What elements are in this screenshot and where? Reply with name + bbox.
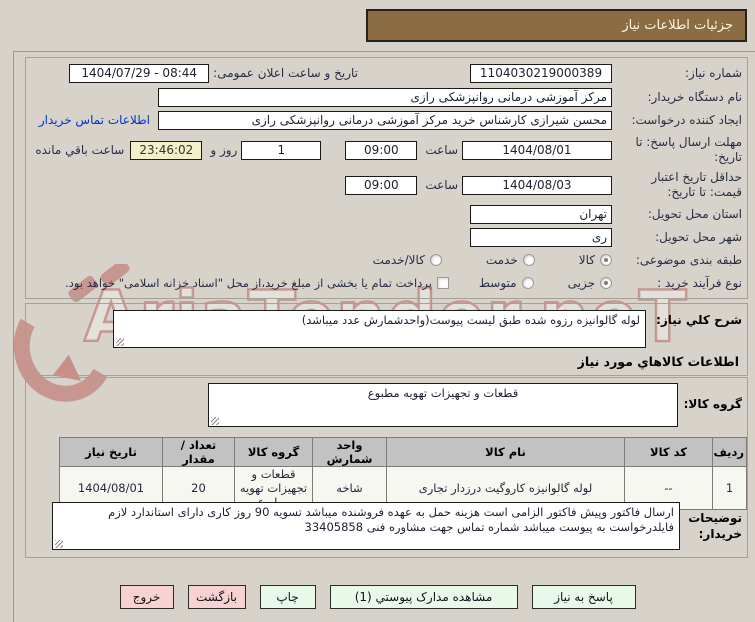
col-quantity: تعداد / مقدار xyxy=(162,437,235,467)
announce-datetime-label: تاریخ و ساعت اعلان عمومی: xyxy=(213,66,358,80)
need-number-field[interactable]: 1104030219000389 xyxy=(470,63,612,83)
need-number-row: شماره نیاز: 1104030219000389 تاریخ و ساع… xyxy=(28,63,742,83)
subject-classification-label: طبقه بندی موضوعی: xyxy=(635,252,742,267)
need-description-label: شرح کلي نیاز: xyxy=(656,313,742,327)
frame-left-line xyxy=(13,51,14,622)
response-deadline-label: مهلت ارسال پاسخ: تا تاریخ: xyxy=(635,135,742,164)
buyer-contact-link[interactable]: اطلاعات تماس خریدار xyxy=(39,113,150,127)
radio-icon[interactable] xyxy=(600,277,612,289)
remaining-days-label: روز و xyxy=(210,143,238,157)
need-description-textarea[interactable]: لوله گالوانیزه رزوه شده طبق لیست پیوست(و… xyxy=(113,310,646,348)
print-button[interactable]: چاپ xyxy=(259,585,316,609)
radio-icon[interactable] xyxy=(522,254,535,266)
need-details-page: { "title": "جزئیات اطلاعات نیاز", "form"… xyxy=(0,0,755,622)
col-goods-name: نام کالا xyxy=(386,437,625,467)
delivery-province-row: استان محل تحویل: تهران xyxy=(28,204,742,224)
goods-group-label: گروه کالا: xyxy=(683,397,742,411)
goods-group-row: گروه کالا: قطعات و تجهیزات تهویه مطبوع xyxy=(28,383,742,431)
buyer-org-row: نام دستگاه خریدار: مرکز آموزشی درمانی رو… xyxy=(28,87,742,107)
need-description-row: شرح کلي نیاز: لوله گالوانیزه رزوه شده طب… xyxy=(28,310,742,350)
deadline-time-field[interactable]: 09:00 xyxy=(345,140,418,160)
request-creator-field[interactable]: محسن شیرازی کارشناس خرید مرکز آموزشی درم… xyxy=(158,110,612,130)
process-option-minor[interactable]: جزیی xyxy=(568,276,612,290)
radio-icon[interactable] xyxy=(521,277,534,289)
page-title-text: جزئیات اطلاعات نیاز xyxy=(622,18,733,33)
col-need-date: تاریخ نیاز xyxy=(59,437,163,467)
frame-top-line xyxy=(13,51,755,52)
delivery-city-row: شهر محل تحویل: ری xyxy=(28,227,742,247)
need-number-label: شماره نیاز: xyxy=(685,65,742,80)
goods-table-header-row: ردیف کد کالا نام کالا واحد شمارش گروه کا… xyxy=(59,437,747,467)
response-deadline-row: مهلت ارسال پاسخ: تا تاریخ: 1404/08/01 سا… xyxy=(28,133,742,167)
back-button[interactable]: بازگشت xyxy=(187,585,246,609)
action-buttons-bar: پاسخ به نیاز مشاهده مدارک پیوستي (1) چاپ… xyxy=(0,585,755,609)
classification-option-service[interactable]: خدمت xyxy=(486,253,535,267)
need-info-groupbox: شماره نیاز: 1104030219000389 تاریخ و ساع… xyxy=(25,57,748,299)
delivery-city-field[interactable]: ری xyxy=(470,227,612,247)
validity-date-field[interactable]: 1404/08/03 xyxy=(462,175,612,195)
price-validity-row: حداقل تاریخ اعتبار قیمت: تا تاریخ: 1404/… xyxy=(28,168,742,202)
exit-button[interactable]: خروج xyxy=(119,585,174,609)
classification-option-goods-service[interactable]: کالا/خدمت xyxy=(373,253,442,267)
buyer-notes-row: توضیحات خریدار: ارسال فاکتور وپیش فاکتور… xyxy=(28,502,742,552)
request-creator-label: ایجاد کننده درخواست: xyxy=(631,112,742,127)
buyer-notes-textarea[interactable]: ارسال فاکتور وپیش فاکتور الزامی است هزین… xyxy=(52,502,680,550)
treasury-payment-option[interactable]: پرداخت تمام یا بخشی از مبلغ خرید،از محل … xyxy=(65,276,449,290)
delivery-province-label: استان محل تحویل: xyxy=(647,206,742,221)
buyer-org-label: نام دستگاه خریدار: xyxy=(647,89,743,104)
delivery-city-label: شهر محل تحویل: xyxy=(655,229,742,244)
page-title: جزئیات اطلاعات نیاز xyxy=(366,9,747,42)
validity-hour-label: ساعت xyxy=(425,178,458,192)
goods-group-field[interactable]: قطعات و تجهیزات تهویه مطبوع xyxy=(208,383,678,427)
remaining-hours-field: 23:46:02 xyxy=(130,140,203,160)
goods-table: ردیف کد کالا نام کالا واحد شمارش گروه کا… xyxy=(59,437,747,510)
checkbox-icon[interactable] xyxy=(436,277,449,289)
col-row-number: ردیف xyxy=(712,437,747,467)
purchase-process-row: نوع فرآیند خرید : جزیی متوسط پرداخت تمام… xyxy=(28,273,742,293)
purchase-process-label: نوع فرآیند خرید : xyxy=(657,275,742,290)
delivery-province-field[interactable]: تهران xyxy=(470,204,612,224)
view-attached-docs-button[interactable]: مشاهده مدارک پیوستي (1) xyxy=(329,585,518,609)
resize-handle-icon[interactable] xyxy=(211,417,219,425)
goods-info-heading: اطلاعات کالاهاي مورد نیاز xyxy=(577,354,739,369)
request-creator-row: ایجاد کننده درخواست: محسن شیرازی کارشناس… xyxy=(28,110,742,130)
col-unit: واحد شمارش xyxy=(312,437,387,467)
need-description-groupbox: شرح کلي نیاز: لوله گالوانیزه رزوه شده طب… xyxy=(25,303,748,376)
resize-handle-icon[interactable] xyxy=(116,338,124,346)
radio-icon[interactable] xyxy=(600,254,612,266)
validity-time-field[interactable]: 09:00 xyxy=(345,175,418,195)
resize-handle-icon[interactable] xyxy=(55,540,63,548)
col-goods-group: گروه کالا xyxy=(234,437,313,467)
process-option-medium[interactable]: متوسط xyxy=(479,276,534,290)
remaining-days-field[interactable]: 1 xyxy=(241,140,322,160)
announce-datetime-field[interactable]: 1404/07/29 - 08:44 xyxy=(69,63,210,83)
cell-row-number: 1 xyxy=(712,466,747,510)
buyer-org-field[interactable]: مرکز آموزشی درمانی روانپزشکی رازی xyxy=(158,87,612,107)
remaining-hours-label: ساعت باقي مانده xyxy=(35,143,125,157)
goods-info-groupbox: گروه کالا: قطعات و تجهیزات تهویه مطبوع ر… xyxy=(25,377,748,558)
col-goods-code: کد کالا xyxy=(624,437,713,467)
classification-option-goods[interactable]: کالا xyxy=(579,253,612,267)
deadline-date-field[interactable]: 1404/08/01 xyxy=(462,140,612,160)
goods-table-wrap: ردیف کد کالا نام کالا واحد شمارش گروه کا… xyxy=(59,437,747,510)
subject-classification-row: طبقه بندی موضوعی: کالا خدمت کالا/خدمت xyxy=(28,250,742,270)
respond-to-need-button[interactable]: پاسخ به نیاز xyxy=(531,585,636,609)
price-validity-label: حداقل تاریخ اعتبار قیمت: تا تاریخ: xyxy=(651,170,742,199)
deadline-hour-label: ساعت xyxy=(425,143,458,157)
radio-icon[interactable] xyxy=(429,254,442,266)
